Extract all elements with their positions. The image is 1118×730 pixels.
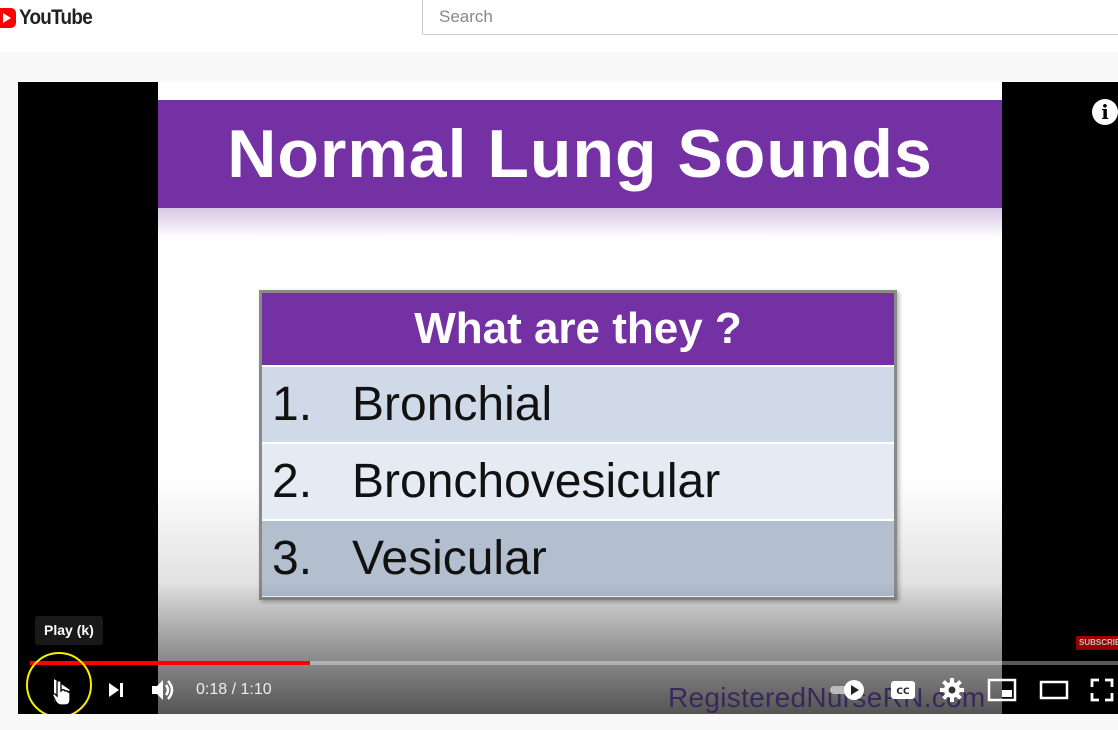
- slide-title: Normal Lung Sounds: [158, 100, 1002, 208]
- slide-card: What are they ? 1. Bronchial 2. Bronchov…: [259, 290, 897, 600]
- settings-button[interactable]: [936, 672, 968, 708]
- miniplayer-button[interactable]: [984, 672, 1020, 708]
- gear-icon: [940, 678, 964, 702]
- miniplayer-icon: [987, 678, 1017, 702]
- autoplay-toggle[interactable]: [826, 672, 868, 708]
- progress-bar[interactable]: [30, 661, 1118, 665]
- theater-mode-button[interactable]: [1036, 672, 1072, 708]
- fullscreen-button[interactable]: [1086, 672, 1118, 708]
- cc-icon: CC: [891, 681, 915, 699]
- list-item: 1. Bronchial: [262, 365, 894, 442]
- captions-button[interactable]: CC: [888, 672, 918, 708]
- youtube-logo[interactable]: YouTube: [0, 6, 100, 30]
- list-item-number: 3.: [272, 532, 313, 585]
- slide-title-shadow: [158, 208, 1002, 238]
- current-time: 0:18: [196, 681, 228, 698]
- time-display: 0:18 / 1:10: [196, 679, 272, 701]
- play-tooltip: Play (k): [35, 616, 103, 645]
- video-frame: Normal Lung Sounds What are they ? 1. Br…: [158, 82, 1002, 714]
- volume-icon: [152, 680, 174, 700]
- video-player[interactable]: Normal Lung Sounds What are they ? 1. Br…: [18, 82, 1118, 714]
- volume-button[interactable]: [146, 672, 180, 708]
- autoplay-icon: [830, 680, 864, 700]
- list-item: 3. Vesicular: [262, 519, 894, 596]
- info-icon[interactable]: i: [1092, 99, 1118, 125]
- slide-card-heading: What are they ?: [262, 293, 894, 365]
- time-separator: /: [227, 681, 241, 698]
- list-item-label: Bronchial: [352, 378, 553, 431]
- next-button[interactable]: [102, 672, 130, 708]
- hand-cursor-icon: [52, 680, 71, 706]
- search-input[interactable]: [423, 0, 1118, 34]
- search-box[interactable]: [422, 0, 1118, 35]
- theater-icon: [1039, 680, 1069, 700]
- list-item-label: Vesicular: [352, 532, 547, 585]
- duration: 1:10: [240, 681, 272, 698]
- subscribe-watermark[interactable]: SUBSCRIBE: [1076, 636, 1118, 650]
- logo-text: YouTube: [19, 6, 93, 29]
- youtube-play-icon: [0, 8, 16, 28]
- svg-text:CC: CC: [896, 687, 910, 697]
- fullscreen-icon: [1090, 678, 1114, 702]
- list-item: 2. Bronchovesicular: [262, 442, 894, 519]
- list-item-number: 2.: [272, 455, 313, 508]
- masthead: YouTube: [0, 0, 1118, 52]
- next-icon: [109, 683, 123, 697]
- list-item-label: Bronchovesicular: [352, 455, 721, 508]
- list-item-number: 1.: [272, 378, 313, 431]
